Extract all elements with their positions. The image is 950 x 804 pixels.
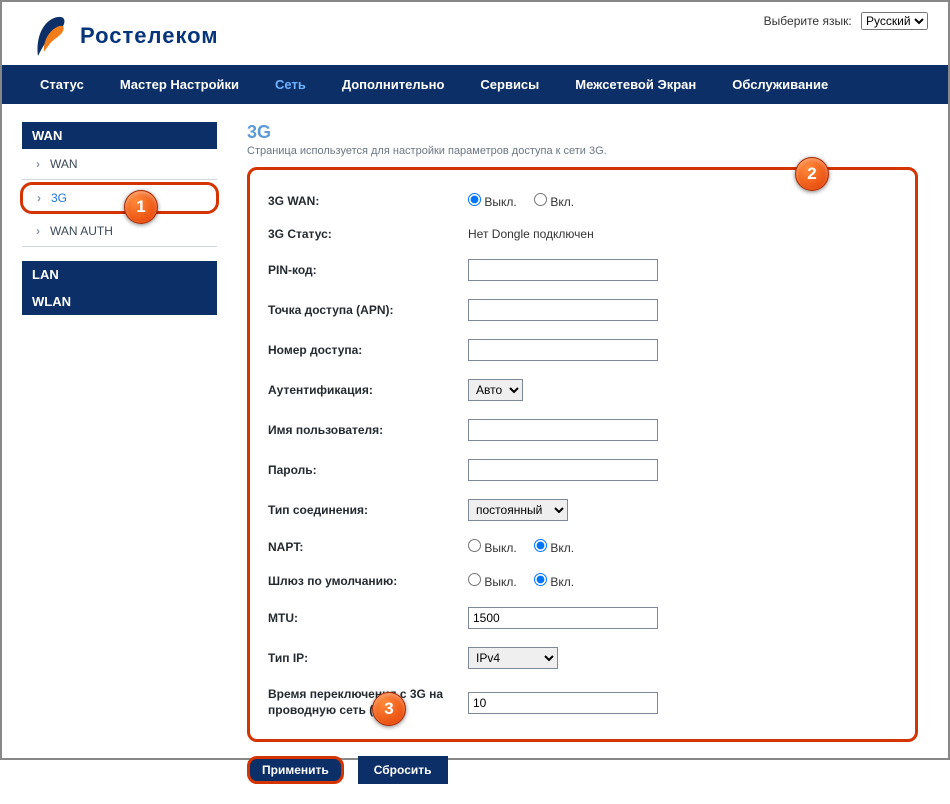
input-mtu[interactable] [468,607,658,629]
nav-services[interactable]: Сервисы [462,66,557,103]
input-pin[interactable] [468,259,658,281]
radio-gateway-on[interactable] [534,573,547,586]
label-3g-wan: 3G WAN: [268,194,468,208]
label-username: Имя пользователя: [268,423,468,437]
input-apn[interactable] [468,299,658,321]
callout-3: 3 [372,692,406,726]
radio-gateway-off[interactable] [468,573,481,586]
input-dial-number[interactable] [468,339,658,361]
brand-name: Ростелеком [80,23,219,49]
value-3g-status: Нет Dongle подключен [468,227,897,241]
input-switch-time[interactable] [468,692,658,714]
nav-firewall[interactable]: Межсетевой Экран [557,66,714,103]
label-switch-time: Время переключения с 3G на проводную сет… [268,687,468,718]
sidebar: WAN WAN 3G WAN AUTH LAN WLAN [22,122,217,784]
label-3g-status: 3G Статус: [268,227,468,241]
radio-3g-wan-off[interactable] [468,193,481,206]
label-pin: PIN-код: [268,263,468,277]
sidebar-item-wan[interactable]: WAN [22,149,217,180]
reset-button[interactable]: Сбросить [358,756,448,784]
label-mtu: MTU: [268,611,468,625]
nav-network[interactable]: Сеть [257,66,324,103]
radio-3g-wan-on[interactable] [534,193,547,206]
callout-1: 1 [124,190,158,224]
page-title: 3G [247,122,918,143]
label-default-gateway: Шлюз по умолчанию: [268,574,468,588]
sidebar-item-3g[interactable]: 3G [20,182,219,214]
nav-wizard[interactable]: Мастер Настройки [102,66,257,103]
settings-form: 3G WAN: Выкл. Вкл. 3G Статус: Нет Dongle… [247,167,918,742]
nav-maintenance[interactable]: Обслуживание [714,66,846,103]
label-auth: Аутентификация: [268,383,468,397]
select-ip-type[interactable]: IPv4 [468,647,558,669]
apply-button[interactable]: Применить [247,756,344,784]
label-apn: Точка доступа (APN): [268,303,468,317]
input-username[interactable] [468,419,658,441]
sidebar-group-wan[interactable]: WAN [22,122,217,149]
label-ip-type: Тип IP: [268,651,468,665]
language-label: Выберите язык: [764,14,852,28]
input-password[interactable] [468,459,658,481]
select-connection-type[interactable]: постоянный [468,499,568,521]
language-select[interactable]: Русский [861,12,928,30]
label-napt: NAPT: [268,540,468,554]
sidebar-item-wan-auth[interactable]: WAN AUTH [22,216,217,247]
label-connection-type: Тип соединения: [268,503,468,517]
label-dial-number: Номер доступа: [268,343,468,357]
logo-icon [32,12,72,60]
sidebar-group-lan[interactable]: LAN [22,261,217,288]
top-nav: Статус Мастер Настройки Сеть Дополнитель… [2,65,948,104]
brand-logo: Ростелеком [32,12,219,60]
select-auth[interactable]: Авто [468,379,523,401]
radio-napt-on[interactable] [534,539,547,552]
label-password: Пароль: [268,463,468,477]
page-description: Страница используется для настройки пара… [247,145,918,157]
callout-2: 2 [795,157,829,191]
radio-napt-off[interactable] [468,539,481,552]
sidebar-group-wlan[interactable]: WLAN [22,288,217,315]
nav-status[interactable]: Статус [22,66,102,103]
nav-advanced[interactable]: Дополнительно [324,66,463,103]
